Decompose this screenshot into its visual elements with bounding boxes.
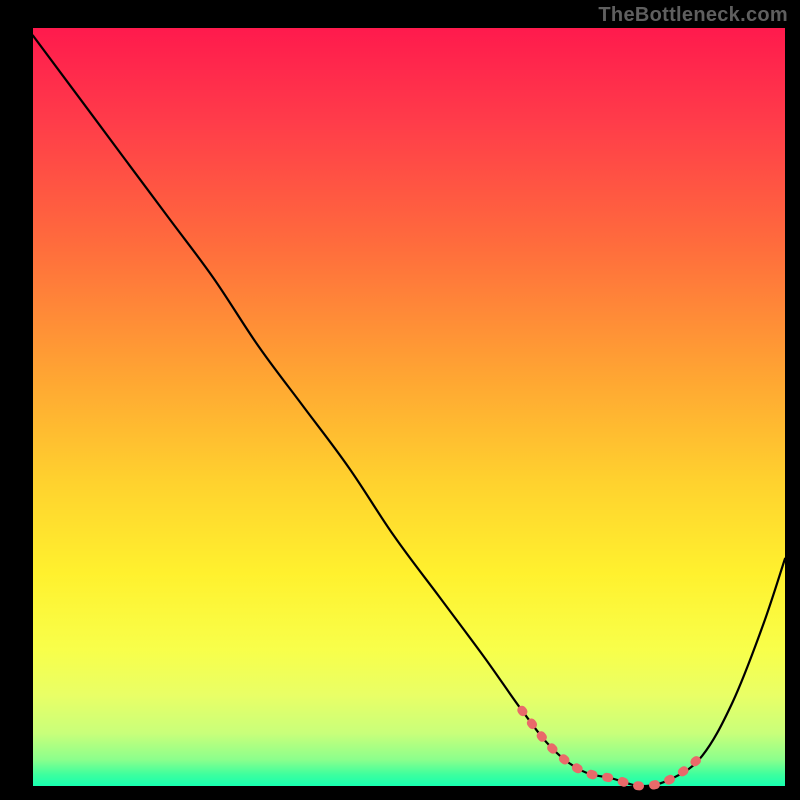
plot-background bbox=[33, 28, 785, 786]
bottleneck-chart bbox=[0, 0, 800, 800]
chart-frame: { "watermark": "TheBottleneck.com", "plo… bbox=[0, 0, 800, 800]
watermark-text: TheBottleneck.com bbox=[598, 4, 788, 27]
